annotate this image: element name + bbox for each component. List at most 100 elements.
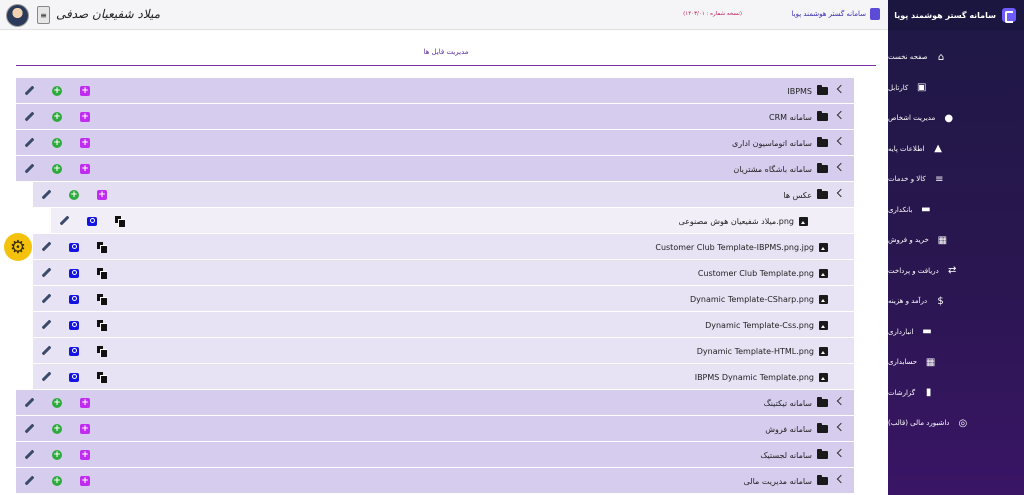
sidebar-item[interactable]: ⇄ دریافت و پرداخت [888, 256, 1024, 287]
add-folder-icon[interactable]: + [80, 476, 90, 486]
file-row[interactable]: Customer Club Template-IBPMS.png.jpg [33, 234, 854, 260]
add-file-icon[interactable]: + [69, 190, 79, 200]
edit-icon[interactable] [24, 164, 34, 174]
folder-row[interactable]: + + سامانه مدیریت مالی [16, 468, 854, 494]
chevron-icon[interactable] [836, 422, 846, 432]
add-file-icon[interactable]: + [52, 476, 62, 486]
file-row[interactable]: Dynamic Template-HTML.png [33, 338, 854, 364]
sidebar-item[interactable]: ◎ داشبورد مالی (قالب) [888, 408, 1024, 439]
add-folder-icon[interactable]: + [80, 86, 90, 96]
folder-row[interactable]: + + سامانه لجستیک [16, 442, 854, 468]
add-file-icon[interactable]: + [52, 138, 62, 148]
add-folder-icon[interactable]: + [80, 138, 90, 148]
edit-icon[interactable] [59, 216, 69, 226]
copy-icon[interactable] [97, 294, 107, 305]
chevron-icon[interactable] [836, 110, 846, 120]
edit-icon[interactable] [41, 346, 51, 356]
preview-icon[interactable] [69, 320, 79, 330]
file-row[interactable]: Dynamic Template-Css.png [33, 312, 854, 338]
preview-icon[interactable] [69, 346, 79, 356]
edit-icon[interactable] [24, 398, 34, 408]
sidebar-item[interactable]: ▦ خرید و فروش [888, 225, 1024, 256]
row-actions: + + [24, 468, 90, 494]
sidebar-item[interactable]: ▮ گزارشات [888, 378, 1024, 409]
copy-icon[interactable] [97, 346, 107, 357]
file-name: میلاد شفیعیان هوش مصنوعی.png [678, 208, 808, 234]
edit-icon[interactable] [24, 450, 34, 460]
edit-icon[interactable] [41, 268, 51, 278]
chevron-icon[interactable] [836, 84, 846, 94]
preview-icon[interactable] [69, 294, 79, 304]
edit-icon[interactable] [41, 320, 51, 330]
add-file-icon[interactable]: + [52, 112, 62, 122]
file-row[interactable]: Dynamic Template-CSharp.png [33, 286, 854, 312]
sidebar-item[interactable]: $ درآمد و هزینه [888, 286, 1024, 317]
sidebar-item[interactable]: ≡ کالا و خدمات [888, 164, 1024, 195]
folder-row[interactable]: + + سامانه اتوماسیون اداری [16, 130, 854, 156]
file-row[interactable]: میلاد شفیعیان هوش مصنوعی.png [51, 208, 854, 234]
folder-row[interactable]: + + CRM سامانه [16, 104, 854, 130]
add-folder-icon[interactable]: + [80, 450, 90, 460]
add-file-icon[interactable]: + [52, 398, 62, 408]
chevron-icon[interactable] [836, 396, 846, 406]
preview-icon[interactable] [69, 372, 79, 382]
chevron-icon[interactable] [836, 474, 846, 484]
add-folder-icon[interactable]: + [80, 112, 90, 122]
sidebar-item[interactable]: ▣ کارتابل [888, 73, 1024, 104]
user-name: میلاد شفیعیان صدفی [56, 7, 161, 21]
add-folder-icon[interactable]: + [80, 424, 90, 434]
copy-icon[interactable] [97, 372, 107, 383]
edit-icon[interactable] [41, 242, 51, 252]
settings-fab[interactable]: ⚙ [4, 233, 32, 261]
preview-icon[interactable] [69, 242, 79, 252]
user-menu-button[interactable]: ≡ [37, 6, 50, 24]
add-folder-icon[interactable]: + [80, 398, 90, 408]
copy-icon[interactable] [97, 268, 107, 279]
edit-icon[interactable] [41, 190, 51, 200]
chevron-icon[interactable] [836, 188, 846, 198]
copy-icon[interactable] [97, 242, 107, 253]
add-file-icon[interactable]: + [52, 86, 62, 96]
dashboard-icon: ◎ [958, 417, 968, 429]
sidebar-item-label: داشبورد مالی (قالب) [888, 419, 950, 428]
sidebar-item[interactable]: ▦ حسابداری [888, 347, 1024, 378]
copy-icon[interactable] [115, 216, 125, 227]
folder-row[interactable]: + + سامانه فروش [16, 416, 854, 442]
folder-row[interactable]: + + سامانه تیکتینگ [16, 390, 854, 416]
sidebar-item[interactable]: ▬ انبارداری [888, 317, 1024, 348]
edit-icon[interactable] [24, 86, 34, 96]
row-actions [41, 312, 107, 338]
folder-row[interactable]: + + عکس ها [33, 182, 854, 208]
edit-icon[interactable] [24, 424, 34, 434]
add-folder-icon[interactable]: + [97, 190, 107, 200]
add-folder-icon[interactable]: + [80, 164, 90, 174]
edit-icon[interactable] [24, 138, 34, 148]
edit-icon[interactable] [24, 476, 34, 486]
sidebar-item[interactable]: ▲ اطلاعات پایه [888, 134, 1024, 165]
add-file-icon[interactable]: + [52, 450, 62, 460]
file-name: IBPMS Dynamic Template.png [695, 364, 828, 390]
add-file-icon[interactable]: + [52, 424, 62, 434]
file-row[interactable]: Customer Club Template.png [33, 260, 854, 286]
folder-row[interactable]: + + IBPMS [16, 78, 854, 104]
sidebar-item[interactable]: ⌂ صفحه نخست [888, 42, 1024, 73]
sidebar-item-label: حسابداری [888, 358, 918, 367]
preview-icon[interactable] [87, 216, 97, 226]
edit-icon[interactable] [41, 294, 51, 304]
sidebar-item[interactable]: ● مدیریت اشخاص [888, 103, 1024, 134]
copy-icon[interactable] [97, 320, 107, 331]
sidebar-menu: ⌂ صفحه نخست ▣ کارتابل ● مدیریت اشخاص ▲ اطلاعات … [888, 30, 1024, 439]
folder-label: سامانه باشگاه مشتریان [733, 164, 812, 174]
add-file-icon[interactable]: + [52, 164, 62, 174]
chevron-icon[interactable] [836, 448, 846, 458]
folder-name: سامانه باشگاه مشتریان [733, 156, 828, 182]
edit-icon[interactable] [24, 112, 34, 122]
avatar[interactable] [6, 4, 29, 27]
chevron-icon[interactable] [836, 136, 846, 146]
sidebar-item[interactable]: ▬ بانکداری [888, 195, 1024, 226]
folder-row[interactable]: + + سامانه باشگاه مشتریان [16, 156, 854, 182]
chevron-icon[interactable] [836, 162, 846, 172]
preview-icon[interactable] [69, 268, 79, 278]
edit-icon[interactable] [41, 372, 51, 382]
file-row[interactable]: IBPMS Dynamic Template.png [33, 364, 854, 390]
